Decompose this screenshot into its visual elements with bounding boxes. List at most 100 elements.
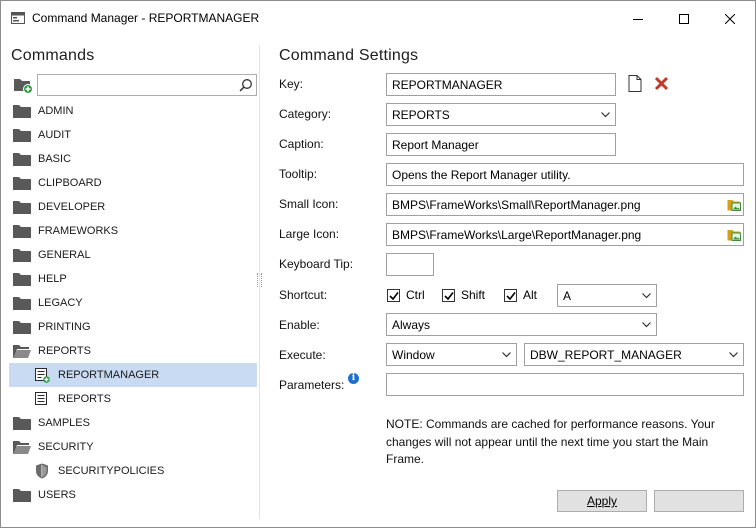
search-input[interactable] <box>41 76 231 94</box>
folder-icon <box>13 223 31 239</box>
maximize-button[interactable] <box>661 1 707 37</box>
apply-label: Apply <box>586 494 618 508</box>
tree-item-reports-command[interactable]: REPORTS <box>9 387 257 411</box>
shift-label: Shift <box>461 288 486 302</box>
tree-item-label: SECURITY <box>38 441 94 453</box>
chevron-down-icon <box>502 352 511 358</box>
shortcut-key-value: A <box>563 289 572 303</box>
execute-label: Execute: <box>279 348 326 362</box>
tree-item-help[interactable]: HELP <box>9 267 257 291</box>
tree-item-reports-folder[interactable]: REPORTS <box>9 339 257 363</box>
ctrl-checkbox[interactable]: Ctrl <box>387 288 425 302</box>
folder-icon <box>13 199 31 215</box>
category-label: Category: <box>279 107 332 121</box>
folder-open-icon <box>13 439 31 455</box>
browse-image-icon[interactable] <box>727 198 741 211</box>
command-manager-window: Command Manager - REPORTMANAGER Commands… <box>0 0 756 528</box>
tree-item-label: GENERAL <box>38 249 91 261</box>
tree-item-security[interactable]: SECURITY <box>9 435 257 459</box>
tree-item-securitypolicies[interactable]: SECURITYPOLICIES <box>9 459 257 483</box>
command-icon <box>33 391 51 407</box>
keyboard-tip-input[interactable] <box>386 253 434 276</box>
delete-icon[interactable] <box>654 76 669 91</box>
tree-item-label: ADMIN <box>38 105 74 117</box>
category-value: REPORTS <box>392 108 450 122</box>
execute-target-dropdown[interactable]: DBW_REPORT_MANAGER <box>524 343 744 366</box>
close-button[interactable] <box>707 1 753 37</box>
app-icon <box>11 12 25 24</box>
search-box[interactable] <box>37 74 257 96</box>
tree-item-label: USERS <box>38 489 76 501</box>
folder-icon <box>13 175 31 191</box>
tree-item-label: SECURITYPOLICIES <box>58 465 165 477</box>
splitter-grip[interactable] <box>257 273 262 287</box>
tree-item-label: REPORTMANAGER <box>58 369 160 381</box>
enable-dropdown[interactable]: Always <box>386 313 657 336</box>
tree-item-label: LEGACY <box>38 297 83 309</box>
folder-icon <box>13 415 31 431</box>
checkbox-box <box>442 288 455 302</box>
folder-icon <box>13 247 31 263</box>
chevron-down-icon <box>729 352 738 358</box>
large-icon-input[interactable]: BMPS\FrameWorks\Large\ReportManager.png <box>386 223 744 246</box>
minimize-button[interactable] <box>615 1 661 37</box>
checkmark-icon <box>444 291 454 300</box>
maximize-icon <box>679 14 689 24</box>
tooltip-label: Tooltip: <box>279 167 318 181</box>
folder-icon <box>13 151 31 167</box>
tree-item-admin[interactable]: ADMIN <box>9 99 257 123</box>
category-dropdown[interactable]: REPORTS <box>386 103 616 126</box>
key-input[interactable]: REPORTMANAGER <box>386 73 616 96</box>
tree-item-clipboard[interactable]: CLIPBOARD <box>9 171 257 195</box>
large-icon-label: Large Icon: <box>279 227 340 241</box>
cancel-button[interactable] <box>654 490 744 512</box>
folder-icon <box>13 319 31 335</box>
title-bar: Command Manager - REPORTMANAGER <box>1 1 755 37</box>
tree-item-printing[interactable]: PRINTING <box>9 315 257 339</box>
tree-item-label: AUDIT <box>38 129 71 141</box>
execute-type-dropdown[interactable]: Window <box>386 343 517 366</box>
tree-item-legacy[interactable]: LEGACY <box>9 291 257 315</box>
tree-item-developer[interactable]: DEVELOPER <box>9 195 257 219</box>
checkmark-icon <box>506 291 516 300</box>
browse-image-icon[interactable] <box>727 228 741 241</box>
info-icon[interactable]: i <box>348 373 359 384</box>
checkbox-box <box>387 288 400 302</box>
shield-icon <box>33 463 51 479</box>
large-icon-path: BMPS\FrameWorks\Large\ReportManager.png <box>392 228 642 242</box>
folder-icon <box>13 103 31 119</box>
caption-label: Caption: <box>279 137 324 151</box>
command-settings-title: Command Settings <box>279 47 419 64</box>
checkbox-box <box>504 288 517 302</box>
alt-checkbox[interactable]: Alt <box>504 288 537 302</box>
folder-open-icon <box>13 343 31 359</box>
small-icon-input[interactable]: BMPS\FrameWorks\Small\ReportManager.png <box>386 193 744 216</box>
new-folder-icon[interactable] <box>13 76 33 94</box>
chevron-down-icon <box>601 112 610 118</box>
shift-checkbox[interactable]: Shift <box>442 288 485 302</box>
folder-icon <box>13 271 31 287</box>
apply-button[interactable]: Apply <box>557 490 647 512</box>
tree-item-users[interactable]: USERS <box>9 483 257 507</box>
tree-item-frameworks[interactable]: FRAMEWORKS <box>9 219 257 243</box>
parameters-input[interactable] <box>386 373 744 396</box>
tree-item-general[interactable]: GENERAL <box>9 243 257 267</box>
enable-label: Enable: <box>279 318 320 332</box>
tree-item-label: PRINTING <box>38 321 91 333</box>
shortcut-key-dropdown[interactable]: A <box>557 284 657 307</box>
close-icon <box>725 14 735 24</box>
search-icon[interactable] <box>239 78 253 92</box>
caption-input[interactable]: Report Manager <box>386 133 616 156</box>
tree-item-basic[interactable]: BASIC <box>9 147 257 171</box>
tree-item-label: SAMPLES <box>38 417 90 429</box>
tree-item-samples[interactable]: SAMPLES <box>9 411 257 435</box>
command-add-icon <box>33 367 51 383</box>
alt-label: Alt <box>523 288 538 302</box>
tree-item-reportmanager[interactable]: REPORTMANAGER <box>9 363 257 387</box>
tooltip-input[interactable]: Opens the Report Manager utility. <box>386 163 744 186</box>
new-document-icon[interactable] <box>628 75 642 92</box>
folder-icon <box>13 295 31 311</box>
parameters-label: Parameters: <box>279 378 345 392</box>
enable-value: Always <box>392 318 431 332</box>
tree-item-audit[interactable]: AUDIT <box>9 123 257 147</box>
